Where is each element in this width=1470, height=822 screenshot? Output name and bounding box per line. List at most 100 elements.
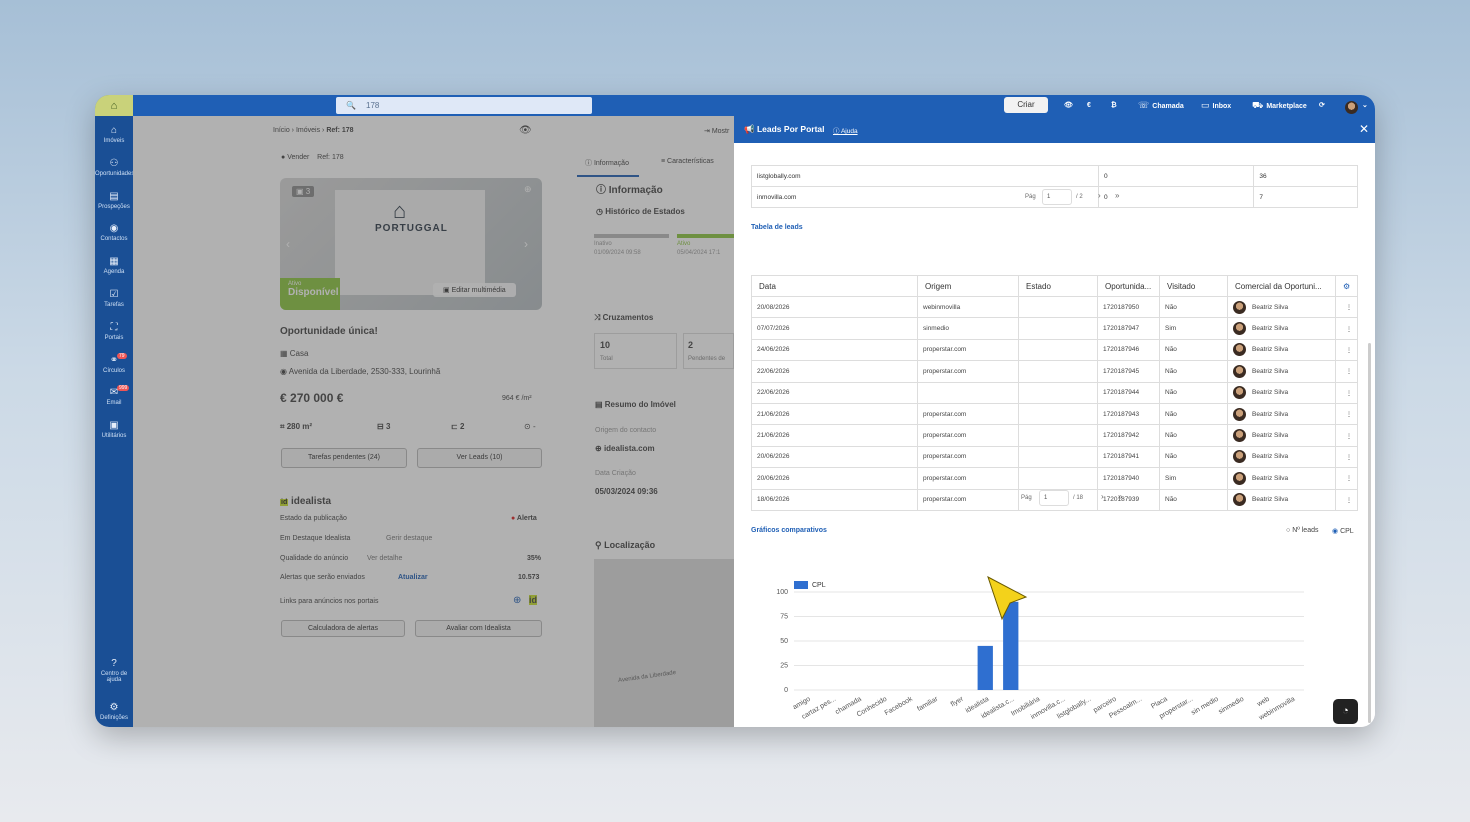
cell-text: Beatriz Silva xyxy=(1252,432,1289,440)
table-cell: properstar.com xyxy=(917,360,1019,383)
row-menu-icon[interactable]: ⋮ xyxy=(1335,295,1358,319)
table-cell: 1720187941 xyxy=(1097,445,1160,469)
row-menu-icon[interactable]: ⋮ xyxy=(1335,488,1358,511)
sidebar-item-1[interactable]: ⌂ Imóveis xyxy=(95,125,133,144)
table-cell: 1720187940 xyxy=(1097,467,1160,490)
column-header[interactable]: Estado xyxy=(1018,275,1098,297)
table-cell: 20/06/2026 xyxy=(751,467,918,490)
next-page-icon[interactable]: › xyxy=(1101,492,1104,501)
row-menu-icon[interactable]: ⋮ xyxy=(1335,338,1358,362)
table-cell: Não xyxy=(1159,381,1228,404)
sidebar-item-5[interactable]: ▦ Agenda xyxy=(95,256,133,275)
calendar-icon: ▦ xyxy=(109,256,119,268)
radio-cpl[interactable]: ◉ CPL xyxy=(1332,527,1354,535)
help-link[interactable]: ⓘ Ajuda xyxy=(833,125,858,135)
column-header[interactable]: Origem xyxy=(917,275,1019,297)
table-row[interactable]: 20/06/2026 properstar.com 1720187940 Sim Bea… xyxy=(751,467,1358,490)
row-menu-icon[interactable]: ⋮ xyxy=(1335,360,1358,383)
search-input[interactable]: 🔍 178 xyxy=(336,97,592,114)
sidebar-item-2[interactable]: ⚇ Oportunidades xyxy=(95,158,134,177)
table-cell: Beatriz Silva xyxy=(1227,338,1336,362)
table-cell xyxy=(1018,360,1098,383)
settings[interactable]: ⚙ Definições xyxy=(95,702,133,721)
cell-text: 1720187943 xyxy=(1103,410,1140,418)
next-page-icon[interactable]: › xyxy=(1098,191,1101,200)
sidebar-item-9[interactable]: ✉ Email 999 xyxy=(95,385,133,406)
pager2-input[interactable]: 1 xyxy=(1039,490,1069,506)
column-settings[interactable]: ⚙ xyxy=(1335,275,1358,297)
table-cell: 0 xyxy=(1098,165,1255,187)
sidebar-item-3[interactable]: ▤ Prospeções xyxy=(95,191,133,210)
last-page-icon[interactable]: » xyxy=(1118,492,1122,501)
cell-text: Sim xyxy=(1165,325,1177,333)
bar xyxy=(977,645,993,690)
sidebar-item-4[interactable]: ◉ Contactos xyxy=(95,223,133,242)
row-menu-icon[interactable]: ⋮ xyxy=(1335,445,1358,469)
assistant-button[interactable]: ◔ xyxy=(1333,699,1358,724)
column-header[interactable]: Data xyxy=(751,275,918,297)
table-cell: 22/06/2026 xyxy=(751,381,918,404)
cell-text: Beatriz Silva xyxy=(1252,368,1289,376)
table-row[interactable]: 07/07/2026 sinmedio 1720187947 Sim Beatriz S… xyxy=(751,317,1358,340)
inbox-button[interactable]: ▭ Inbox xyxy=(1201,95,1231,116)
panel-scrollbar[interactable] xyxy=(1368,343,1371,723)
pager1-input[interactable]: 1 xyxy=(1042,189,1072,205)
table-cell: properstar.com xyxy=(917,424,1019,447)
row-menu-icon[interactable]: ⋮ xyxy=(1335,402,1358,426)
row-menu-icon[interactable]: ⋮ xyxy=(1335,424,1358,447)
table-cell: Beatriz Silva xyxy=(1227,488,1336,511)
user-avatar[interactable] xyxy=(1345,95,1359,116)
table-cell: sinmedio xyxy=(917,317,1019,340)
chevron-down-icon[interactable]: ⌄ xyxy=(1362,95,1368,116)
tasks-icon: ☑ xyxy=(109,289,119,300)
radio-leads[interactable]: ○ Nº leads xyxy=(1286,527,1318,534)
portal-icon: ⛶ xyxy=(110,321,118,333)
row-menu-icon[interactable]: ⋮ xyxy=(1335,467,1358,490)
row-menu-icon[interactable]: ⋮ xyxy=(1335,381,1358,404)
table-row[interactable]: 20/08/2026 webinmovilla 1720187950 Não Beatr… xyxy=(751,295,1358,319)
cell-text: properstar.com xyxy=(923,474,967,482)
sidebar-item-6[interactable]: ☑ Tarefas xyxy=(95,289,133,308)
column-header[interactable]: Oportunida... xyxy=(1097,275,1160,297)
hide-icon[interactable]: 👁 xyxy=(1064,95,1073,116)
app-logo[interactable]: ⌂ xyxy=(95,95,133,116)
column-header[interactable]: Comercial da Oportuni... xyxy=(1227,275,1336,297)
sidebar-item-10[interactable]: ▣ Utilitários xyxy=(95,420,133,439)
sidebar-item-label: Círculos xyxy=(102,367,125,374)
modal-overlay[interactable] xyxy=(133,116,734,727)
table-cell xyxy=(1018,338,1098,362)
close-icon[interactable]: ✕ xyxy=(1359,122,1369,136)
help-center[interactable]: ? Centro de ajuda xyxy=(95,658,133,683)
column-header[interactable]: Visitado xyxy=(1159,275,1228,297)
table-row[interactable]: 22/06/2026 properstar.com 1720187945 Não Bea… xyxy=(751,360,1358,383)
sidebar-item-8[interactable]: ⚭ Círculos 79 xyxy=(95,352,133,374)
create-button[interactable]: Criar xyxy=(1004,97,1048,113)
euro-icon[interactable]: € xyxy=(1087,95,1091,116)
sidebar-item-label: Imóveis xyxy=(103,138,125,144)
settings-icon[interactable]: ⚙ xyxy=(1343,282,1350,291)
leads-panel: 📢 Leads Por Portal ⓘ Ajuda ✕ listgloball… xyxy=(734,116,1375,727)
table-row[interactable]: 20/06/2026 properstar.com 1720187941 Não Bea… xyxy=(751,445,1358,469)
table-row[interactable]: 24/06/2026 properstar.com 1720187946 Não Bea… xyxy=(751,338,1358,362)
refresh-icon[interactable]: ⟳ xyxy=(1319,95,1325,116)
last-page-icon[interactable]: » xyxy=(1115,191,1119,200)
legend-swatch xyxy=(794,581,808,589)
table-row[interactable]: 21/06/2026 properstar.com 1720187942 Não Bea… xyxy=(751,424,1358,447)
table-cell: properstar.com xyxy=(917,402,1019,426)
cursor-icon xyxy=(987,575,1028,621)
sidebar-item-label: Contactos xyxy=(100,236,128,243)
x-tick-label: flyer xyxy=(950,695,966,708)
row-menu-icon[interactable]: ⋮ xyxy=(1335,317,1358,340)
table-row[interactable]: 21/06/2026 properstar.com 1720187943 Não Bea… xyxy=(751,402,1358,426)
table-cell: Não xyxy=(1159,424,1228,447)
table-cell: 1720187945 xyxy=(1097,360,1160,383)
marketplace-button[interactable]: ⛟ Marketplace xyxy=(1252,95,1307,116)
call-button[interactable]: ☏ Chamada xyxy=(1138,95,1184,116)
table-cell: 1720187950 xyxy=(1097,295,1160,319)
x-tick-label: sinmedio xyxy=(1217,696,1245,716)
table-cell: Beatriz Silva xyxy=(1227,317,1336,340)
cell-text: Não xyxy=(1165,410,1177,418)
table-row[interactable]: 22/06/2026 1720187944 Não Beatriz Silva ⋮ xyxy=(751,381,1358,404)
bitcoin-icon[interactable]: ₿ xyxy=(1111,95,1117,116)
sidebar-item-7[interactable]: ⛶ Portais xyxy=(95,322,133,341)
